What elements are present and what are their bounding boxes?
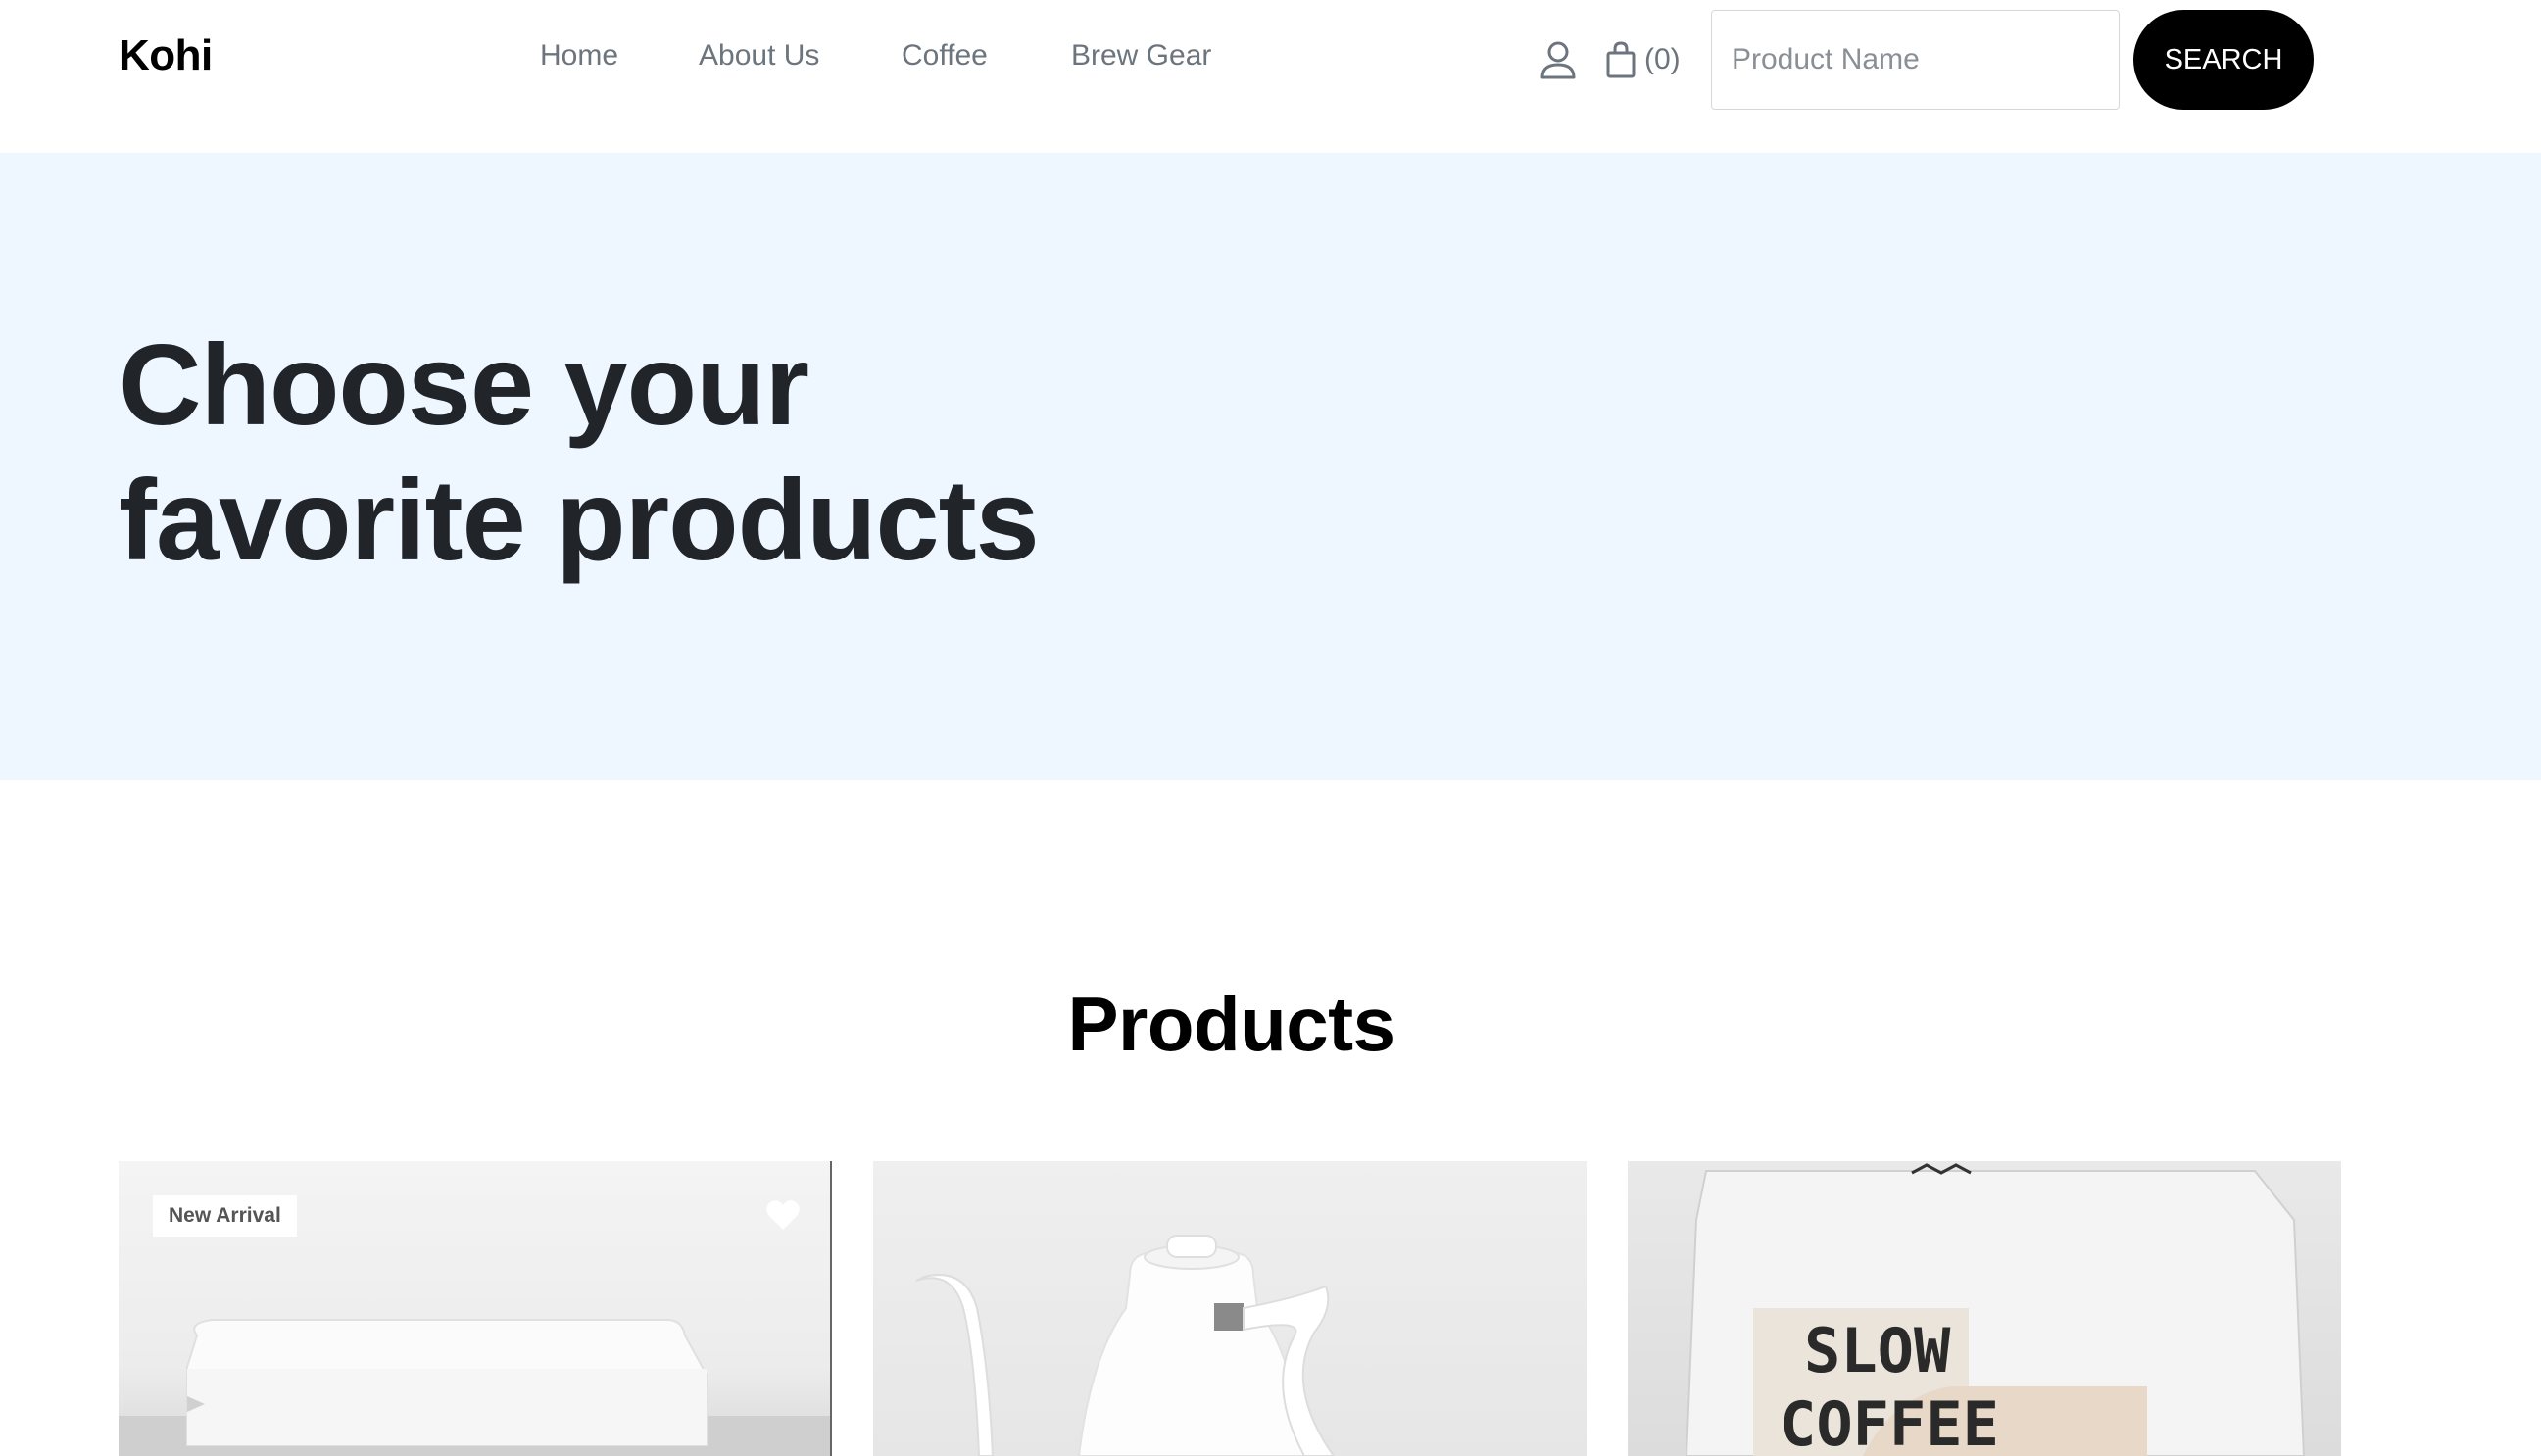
hero-title-line-2: favorite products xyxy=(119,456,1040,584)
user-icon xyxy=(1540,41,1576,79)
product-image-pour-over-kettle xyxy=(915,1235,1336,1456)
package-label-coffee: COFFEE xyxy=(1780,1388,1999,1456)
shopping-bag-icon xyxy=(1606,41,1636,78)
account-button[interactable] xyxy=(1539,39,1578,80)
nav-link-brew-gear[interactable]: Brew Gear xyxy=(1071,39,1211,73)
heart-icon xyxy=(766,1200,800,1230)
nav-link-home[interactable]: Home xyxy=(540,39,618,73)
product-card-kettle[interactable] xyxy=(873,1161,1587,1456)
site-header: Kohi Home About Us Coffee Brew Gear (0) … xyxy=(0,0,2541,153)
product-image-coffee-filters-bag: SLOWCOFFEE xyxy=(1685,1163,2306,1456)
wishlist-button[interactable] xyxy=(765,1198,801,1232)
hero-banner: Choose your favorite products xyxy=(0,153,2541,780)
product-card-filters[interactable]: SLOW COFFEE xyxy=(1628,1161,2341,1456)
nav-link-about-us[interactable]: About Us xyxy=(699,39,819,73)
cart-count: (0) xyxy=(1644,43,1681,75)
products-heading: Products xyxy=(1067,981,1395,1067)
cart-button[interactable]: (0) xyxy=(1605,37,1681,82)
new-arrival-badge: New Arrival xyxy=(153,1195,297,1237)
package-label-slow: SLOW xyxy=(1804,1315,1951,1386)
nav-link-coffee[interactable]: Coffee xyxy=(902,39,988,73)
search-button[interactable]: SEARCH xyxy=(2133,10,2314,110)
product-card-scale[interactable]: New Arrival xyxy=(119,1161,832,1456)
brand-logo[interactable]: Kohi xyxy=(119,31,213,80)
search-input[interactable] xyxy=(1711,10,2120,110)
hero-title: Choose your favorite products xyxy=(119,317,1393,588)
hero-title-line-1: Choose your xyxy=(119,320,809,449)
